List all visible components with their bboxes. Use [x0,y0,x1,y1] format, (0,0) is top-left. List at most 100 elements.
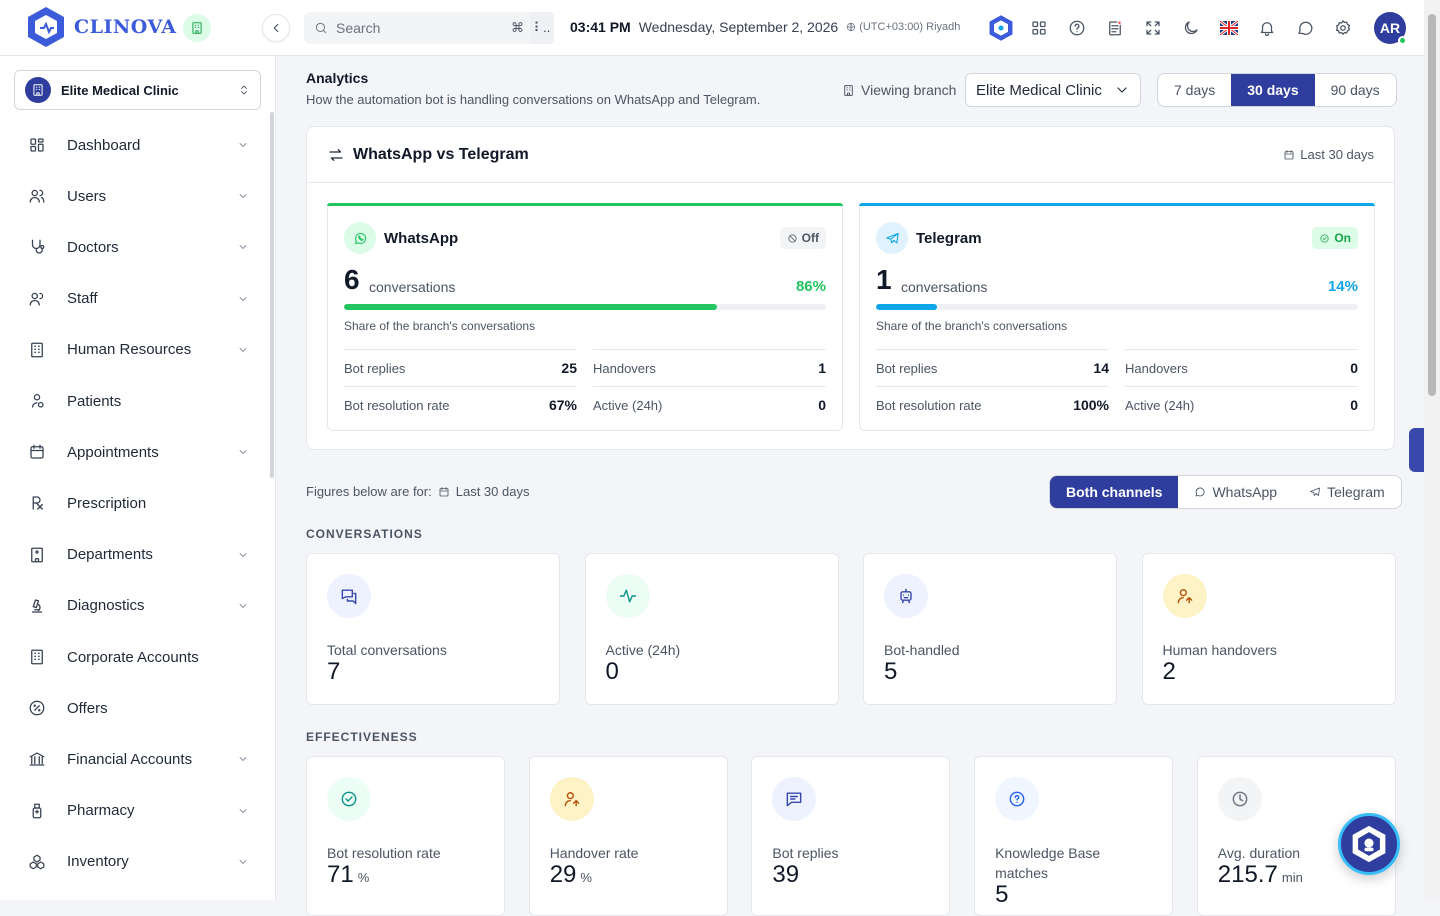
sidebar-item-dashboard[interactable]: Dashboard [14,125,249,165]
apps-icon[interactable] [1020,9,1058,47]
channel-comparison-card: WhatsApp vs Telegram Last 30 days WhatsA… [306,126,1395,450]
stat-value: 5 [995,881,1008,909]
sidebar-item-label: Offers [67,699,108,717]
chat-icon[interactable] [1286,9,1324,47]
sidebar-item-patients[interactable]: Patients [14,381,249,421]
sidebar-item-label: Inventory [67,853,129,871]
chat-bubbles-icon [327,574,371,618]
channel-stat-value: 25 [561,360,577,376]
office-icon [28,648,46,666]
comparison-title: WhatsApp vs Telegram [353,145,529,163]
range-90-days[interactable]: 90 days [1315,74,1396,106]
sidebar-item-human-resources[interactable]: Human Resources [14,330,249,370]
scrollbar-thumb[interactable] [1428,14,1436,396]
channel-stat-value: 67% [548,397,577,413]
assistant-chat-button[interactable] [1338,813,1400,875]
channel-stat: Active (24h) 0 [1125,386,1358,423]
dark-mode-icon[interactable] [1172,9,1210,47]
stat-number: 5 [995,881,1009,908]
discount-icon [29,700,45,716]
sidebar-item-prescription[interactable]: Prescription [14,483,249,523]
calendar-icon [1284,149,1294,159]
conversation-stat-card: Total conversations 7 [306,553,560,705]
sidebar-item-doctors[interactable]: Doctors [14,227,249,267]
channel-status-badge: On [1312,227,1358,249]
chevron-down-icon [239,143,247,147]
clinova-app-icon[interactable] [982,9,1020,47]
range-30-days[interactable]: 30 days [1231,74,1315,106]
stat-label: Total conversations [327,642,447,658]
conversation-stat-card: Bot-handled 5 [863,553,1117,705]
branch-building-icon[interactable] [183,14,211,42]
channel-stat: Active (24h) 0 [593,386,826,423]
channel-card-telegram: Telegram On 1 conversations 14% Share of the … [859,203,1375,431]
check-circle-icon [327,777,371,821]
current-date: Wednesday, September 2, 2026 [638,19,839,35]
stethoscope-icon [28,238,46,256]
channel-status-badge: Off [779,227,826,249]
channel-status: Off [801,231,819,245]
side-drawer-tab[interactable] [1409,428,1424,472]
branch-dropdown[interactable]: Elite Medical Clinic [965,73,1141,107]
off-icon [788,233,797,243]
viewing-branch-label: Viewing branch [842,82,956,98]
sidebar-item-users[interactable]: Users [14,176,249,216]
current-time: 03:41 PM [570,19,631,35]
tab-telegram[interactable]: Telegram [1293,476,1401,508]
fullscreen-icon[interactable] [1134,9,1172,47]
tab-whatsapp[interactable]: WhatsApp [1178,476,1293,508]
figures-period: Last 30 days [455,484,530,499]
bell-icon[interactable] [1248,9,1286,47]
sidebar-item-financial-accounts[interactable]: Financial Accounts [14,739,249,779]
branch-name: Elite Medical Clinic [61,82,179,98]
figures-label: Figures below are for: [306,484,432,499]
app-logo[interactable]: CLINOVA [24,4,176,50]
branch-selector[interactable]: Elite Medical Clinic [14,70,261,110]
staff-icon [28,290,46,308]
user-avatar[interactable]: AR [1374,12,1407,45]
sidebar-collapse-button[interactable] [262,14,290,42]
chevron-down-icon [239,347,247,352]
sidebar-item-offers[interactable]: Offers [14,688,249,728]
channel-name: WhatsApp [384,230,459,247]
building-icon [28,341,46,359]
search-more-button[interactable]: ⠇.. [530,12,554,44]
channel-share-bar [876,304,1358,310]
activity-icon [605,574,650,618]
settings-icon[interactable] [1324,9,1362,47]
sidebar-item-label: Doctors [67,238,119,256]
assistant-icon [1352,825,1386,863]
search-placeholder: Search [336,20,381,36]
channel-share-bar [344,304,826,310]
sidebar-item-pharmacy[interactable]: Pharmacy [14,791,249,831]
telegram-icon [1310,487,1320,496]
boxes-icon [28,853,46,871]
tab-both-channels[interactable]: Both channels [1050,476,1179,508]
range-7-days[interactable]: 7 days [1158,74,1231,106]
sidebar-item-staff[interactable]: Staff [14,279,249,319]
stat-label: Human handovers [1162,642,1277,658]
sidebar-item-diagnostics[interactable]: Diagnostics [14,586,249,626]
channel-card-whatsapp: WhatsApp Off 6 conversations 86% Share of the… [327,203,843,431]
sidebar-scrollbar[interactable] [270,112,274,478]
building-icon [31,342,43,358]
chevron-down-icon [239,603,247,608]
sidebar-item-corporate-accounts[interactable]: Corporate Accounts [14,637,249,677]
channel-accent-bar [859,203,1375,206]
page-scrollbar[interactable] [1424,0,1440,900]
hospital-icon [28,546,46,564]
sidebar-item-inventory[interactable]: Inventory [14,842,249,882]
sidebar-item-appointments[interactable]: Appointments [14,432,249,472]
channel-stat-label: Active (24h) [1125,397,1195,413]
search-input[interactable]: Search ⌘ [304,12,534,44]
channel-accent-bar [327,203,843,206]
notes-icon[interactable] [1096,9,1134,47]
stat-number: 215.7 [1217,861,1278,888]
bank-icon [28,750,46,768]
help-icon[interactable] [1058,9,1096,47]
bottle-icon [28,802,46,820]
language-flag-icon[interactable] [1210,9,1248,47]
tab-label: WhatsApp [1212,484,1278,500]
sidebar-item-departments[interactable]: Departments [14,535,249,575]
channel-count-unit: conversations [369,279,456,295]
